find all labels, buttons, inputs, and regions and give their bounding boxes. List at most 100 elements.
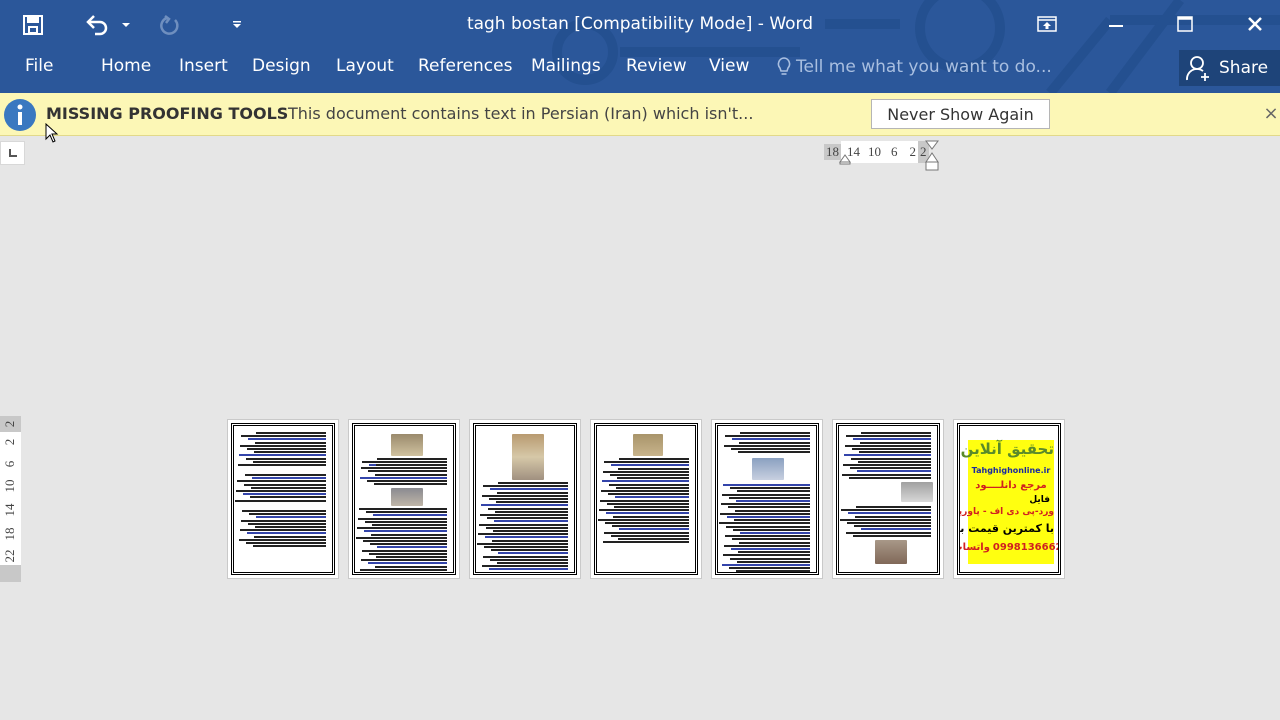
page-image <box>901 482 933 502</box>
text-line <box>374 483 447 486</box>
text-line <box>477 542 568 545</box>
page-thumbnail[interactable]: تحقیق آنلاین Tahghighonline.ir مرجع دانل… <box>953 419 1065 579</box>
text-line <box>854 525 931 528</box>
text-line <box>376 464 447 466</box>
text-line <box>728 506 810 509</box>
ruler-label: 18 <box>2 527 17 541</box>
text-line <box>615 496 689 499</box>
page-thumbnail[interactable] <box>348 419 460 579</box>
share-button[interactable]: Share <box>1179 50 1280 86</box>
tab-insert[interactable]: Insert <box>179 56 228 76</box>
text-line <box>722 564 810 566</box>
tab-stop-selector[interactable] <box>0 141 25 165</box>
text-line <box>600 499 689 502</box>
text-line <box>497 562 568 564</box>
text-line <box>853 438 931 441</box>
text-line <box>619 458 689 460</box>
text-line <box>856 506 931 508</box>
text-line <box>725 535 810 538</box>
ad-phone: 09981366624 <box>992 542 1058 553</box>
text-line <box>494 520 568 523</box>
text-line <box>488 507 568 510</box>
text-line <box>618 467 689 470</box>
text-line <box>603 541 689 544</box>
ad-whatsapp: واتساپ <box>960 542 990 553</box>
text-line <box>732 438 810 441</box>
tab-mailings[interactable]: Mailings <box>531 56 601 76</box>
text-line <box>367 480 447 482</box>
text-line <box>720 512 810 515</box>
text-line <box>740 432 810 434</box>
vertical-ruler[interactable]: 2 2 6 10 14 18 22 <box>0 416 21 582</box>
text-line <box>730 557 810 560</box>
info-icon <box>4 99 36 131</box>
tab-file[interactable]: File <box>25 56 53 76</box>
left-indent-marker[interactable] <box>839 154 851 165</box>
maximize-button[interactable] <box>1162 6 1208 42</box>
text-line <box>604 531 689 534</box>
page-thumbnail[interactable] <box>469 419 581 579</box>
tab-design[interactable]: Design <box>252 56 311 76</box>
indent-markers[interactable] <box>838 140 948 172</box>
text-line <box>608 493 689 496</box>
text-line <box>603 470 689 473</box>
text-line <box>729 567 810 570</box>
text-line <box>611 534 689 537</box>
ad-line2: فایل <box>1029 495 1050 505</box>
tab-view[interactable]: View <box>709 56 749 76</box>
text-line <box>740 532 810 534</box>
text-line <box>732 538 810 541</box>
tab-review[interactable]: Review <box>626 56 687 76</box>
hanging-indent-marker[interactable] <box>925 152 939 163</box>
tab-references[interactable]: References <box>418 56 512 76</box>
text-line <box>495 510 568 513</box>
text-line <box>493 530 568 532</box>
text-line <box>611 464 689 467</box>
text-line <box>736 570 810 572</box>
ad-site: Tahghighonline.ir <box>971 466 1051 475</box>
text-line <box>360 568 447 571</box>
close-button[interactable] <box>1232 6 1278 42</box>
lightbulb-icon <box>777 57 791 75</box>
text-line <box>360 476 447 479</box>
text-line <box>731 448 810 450</box>
text-line <box>490 488 568 491</box>
text-line <box>484 546 568 548</box>
tell-me-search[interactable]: Tell me what you want to do... <box>776 56 1052 78</box>
text-line <box>599 509 689 512</box>
text-line <box>601 490 689 492</box>
text-line <box>723 554 810 557</box>
text-line <box>619 528 689 531</box>
tab-home[interactable]: Home <box>101 56 151 76</box>
text-line <box>377 546 447 549</box>
text-line <box>256 432 326 434</box>
page-image <box>633 434 663 456</box>
right-indent-marker[interactable] <box>925 161 939 171</box>
text-line <box>246 542 326 544</box>
text-line <box>238 464 326 466</box>
text-line <box>482 494 568 497</box>
message-close-button[interactable]: × <box>1261 103 1280 124</box>
text-line <box>372 524 447 526</box>
ribbon-display-options-button[interactable] <box>1024 6 1070 42</box>
ad-line4: با کمترین قیمت بازار <box>960 522 1054 535</box>
tab-layout[interactable]: Layout <box>336 56 394 76</box>
page-thumbnail[interactable] <box>590 419 702 579</box>
minimize-button[interactable] <box>1093 6 1139 42</box>
ad-title: تحقیق آنلاین <box>960 440 1054 458</box>
page-thumbnail[interactable] <box>711 419 823 579</box>
never-show-again-button[interactable]: Never Show Again <box>871 99 1050 129</box>
text-line <box>239 538 326 541</box>
text-line <box>369 552 447 555</box>
text-line <box>731 548 810 550</box>
text-line <box>841 509 931 512</box>
page-thumbnail[interactable] <box>832 419 944 579</box>
text-line <box>722 493 810 496</box>
text-line <box>486 526 568 529</box>
first-line-indent-marker[interactable] <box>925 140 939 150</box>
text-line <box>852 448 931 450</box>
page-image <box>391 434 423 456</box>
page-thumbnail[interactable] <box>227 419 339 579</box>
text-line <box>359 508 447 510</box>
text-line <box>371 533 447 536</box>
